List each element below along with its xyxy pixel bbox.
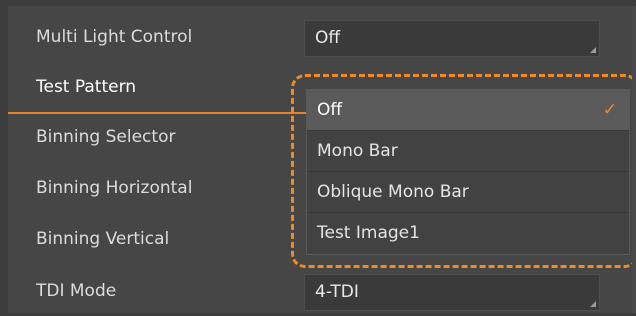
select-value: 4-TDI	[315, 282, 359, 302]
tdi-mode-select[interactable]: 4-TDI	[304, 274, 600, 311]
scrollbar[interactable]	[632, 6, 636, 313]
row-tdi-mode: TDI Mode 4-TDI	[8, 266, 608, 316]
dropdown-option-oblique-mono-bar[interactable]: Oblique Mono Bar	[307, 172, 629, 213]
dropdown-option-off[interactable]: Off ✓	[307, 90, 629, 131]
row-label: Test Pattern	[36, 77, 137, 97]
feature-panel: Multi Light Control Off Test Pattern Bin…	[8, 6, 636, 313]
row-label: Binning Selector	[36, 127, 176, 147]
row-label: Binning Horizontal	[36, 178, 193, 198]
option-label: Mono Bar	[317, 141, 398, 161]
dropdown-option-test-image1[interactable]: Test Image1	[307, 213, 629, 254]
dropdown-option-mono-bar[interactable]: Mono Bar	[307, 131, 629, 172]
option-label: Oblique Mono Bar	[317, 182, 469, 202]
dropdown-corner-icon	[590, 301, 596, 307]
dropdown-corner-icon	[590, 47, 596, 53]
option-label: Test Image1	[317, 223, 420, 243]
multi-light-control-select[interactable]: Off	[304, 20, 600, 57]
test-pattern-dropdown: Off ✓ Mono Bar Oblique Mono Bar Test Ima…	[306, 89, 630, 255]
row-multi-light-control: Multi Light Control Off	[8, 12, 608, 62]
select-value: Off	[315, 28, 341, 48]
row-label: Binning Vertical	[36, 229, 170, 249]
check-icon: ✓	[602, 100, 617, 120]
row-label: TDI Mode	[36, 281, 117, 301]
option-label: Off	[317, 100, 343, 120]
row-label: Multi Light Control	[36, 27, 193, 47]
